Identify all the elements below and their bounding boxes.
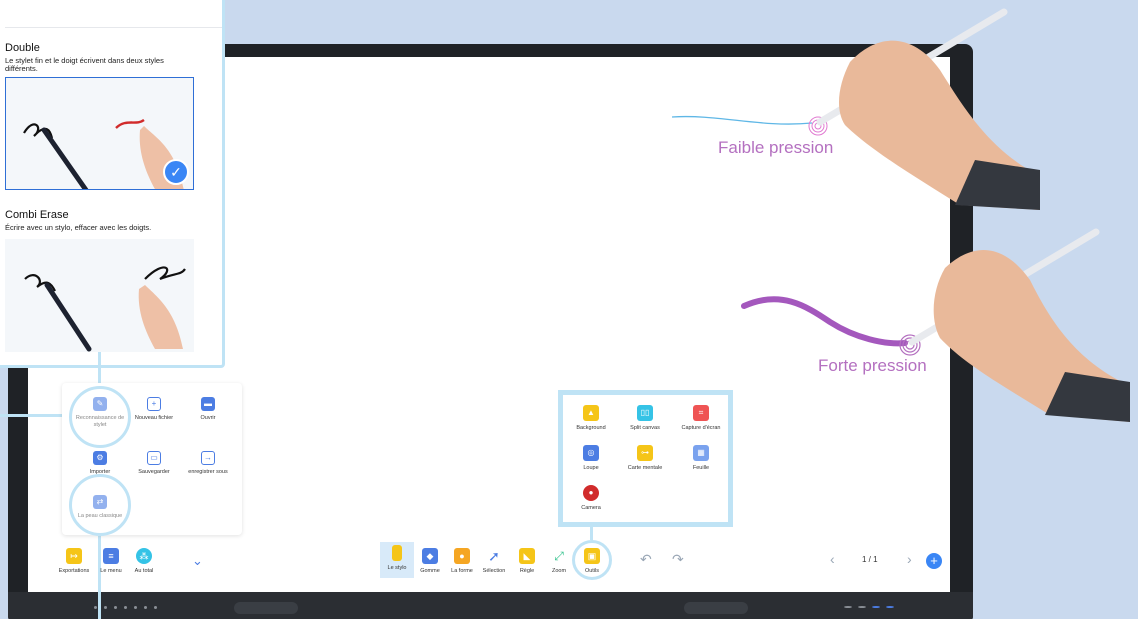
- ruler-icon: ◣: [519, 548, 535, 564]
- selection-icon: ➚: [488, 548, 500, 564]
- toolbar-label: Zoom: [551, 568, 567, 574]
- divider: [5, 27, 222, 28]
- tool-label: Feuille: [692, 465, 710, 471]
- tool-magnifier[interactable]: ◎ Loupe: [563, 445, 619, 471]
- tool-label: Background: [576, 425, 606, 431]
- tool-split-canvas[interactable]: ▯▯ Split canvas: [617, 405, 673, 431]
- sheet-icon: ▦: [693, 445, 709, 461]
- low-pressure-label: Faible pression: [718, 138, 834, 157]
- toolbox-icon: ▣: [584, 548, 600, 564]
- toolbar-label: Au total: [134, 568, 154, 574]
- tool-label: Loupe: [583, 465, 599, 471]
- import-icon: ⚙: [93, 451, 107, 465]
- shape-icon: ●: [454, 548, 470, 564]
- save-as-icon: →: [201, 451, 215, 465]
- combi-erase-illustration: [24, 266, 186, 352]
- eraser-icon: ◆: [422, 548, 438, 564]
- zoom-icon: ⤢: [554, 549, 564, 563]
- tool-label: Carte mentale: [627, 465, 663, 471]
- option-double-title: Double: [5, 42, 40, 54]
- toolbar-pen[interactable]: Le stylo: [380, 542, 414, 578]
- magnifier-icon: ◎: [583, 445, 599, 461]
- mind-map-icon: ⊶: [637, 445, 653, 461]
- toolbar-label: La forme: [451, 568, 473, 574]
- toolbar-share[interactable]: ⁂ Au total: [124, 548, 164, 574]
- page-indicator: 1 / 1: [862, 555, 878, 564]
- menu-item-label: Sauvegarder: [138, 469, 170, 475]
- low-pressure-stroke: [671, 115, 813, 125]
- menu-item-save[interactable]: ▭ Sauvegarder: [124, 451, 184, 476]
- option-combi-erase-card[interactable]: [5, 239, 194, 352]
- menu-icon: ≡: [103, 548, 119, 564]
- hand-with-stylus-bottom: [908, 228, 1130, 422]
- option-combi-erase-title: Combi Erase: [5, 209, 69, 221]
- tool-label: Split canvas: [630, 425, 660, 431]
- toolbar-export[interactable]: ↦ Exportations: [54, 548, 94, 574]
- toolbar-label: Le menu: [100, 568, 122, 574]
- export-icon: ↦: [66, 548, 82, 564]
- tools-popup: ▲ Background ▯▯ Split canvas ⌗ Capture d…: [558, 390, 733, 527]
- menu-item-label: Ouvrir: [200, 415, 216, 421]
- background-icon: ▲: [583, 405, 599, 421]
- save-icon: ▭: [147, 451, 161, 465]
- option-double-description: Le stylet fin et le doigt écrivent dans …: [5, 56, 164, 73]
- tool-screenshot[interactable]: ⌗ Capture d'écran: [673, 405, 729, 431]
- highlight-halo: [69, 386, 131, 448]
- hand-with-stylus-top: [816, 8, 1040, 211]
- menu-item-save-as[interactable]: → enregistrer sous: [178, 451, 238, 476]
- menu-item-open[interactable]: ▬ Ouvrir: [178, 397, 238, 422]
- menu-item-label: Nouveau fichier: [134, 415, 174, 421]
- toolbar-label: Outils: [584, 568, 600, 574]
- tool-label: Capture d'écran: [681, 425, 721, 431]
- tool-camera[interactable]: ● Camera: [563, 485, 619, 511]
- add-page-icon[interactable]: +: [926, 553, 942, 569]
- menu-item-label: enregistrer sous: [188, 469, 228, 475]
- callout-line: [590, 526, 593, 540]
- tool-background[interactable]: ▲ Background: [563, 405, 619, 431]
- pen-icon: [392, 545, 402, 561]
- toolbar-label: Le stylo: [387, 565, 407, 571]
- previous-page-icon[interactable]: ‹: [830, 551, 835, 567]
- option-combi-erase-description: Écrire avec un stylo, effacer avec les d…: [5, 223, 152, 232]
- tool-sheet[interactable]: ▦ Feuille: [673, 445, 729, 471]
- new-file-icon: +: [147, 397, 161, 411]
- highlight-halo: [69, 474, 131, 536]
- next-page-icon[interactable]: ›: [907, 551, 912, 567]
- toolbar-tools[interactable]: ▣ Outils: [572, 548, 612, 574]
- pen-mode-panel: Double Le stylet fin et le doigt écriven…: [0, 0, 225, 368]
- chevron-down-icon[interactable]: ⌄: [192, 553, 203, 569]
- camera-icon: ●: [583, 485, 599, 501]
- menu-item-new-file[interactable]: + Nouveau fichier: [124, 397, 184, 422]
- folder-icon: ▬: [201, 397, 215, 411]
- option-double-card[interactable]: ✓: [5, 77, 194, 190]
- toolbar-label: Exportations: [58, 568, 90, 574]
- split-canvas-icon: ▯▯: [637, 405, 653, 421]
- tool-mind-map[interactable]: ⊶ Carte mentale: [617, 445, 673, 471]
- redo-icon[interactable]: ↷: [672, 551, 684, 568]
- high-pressure-stroke: [741, 296, 908, 347]
- toolbar-label: Sélection: [482, 568, 506, 574]
- selected-check-icon: ✓: [163, 159, 189, 185]
- share-icon: ⁂: [136, 548, 152, 564]
- toolbar-label: Gomme: [420, 568, 440, 574]
- high-pressure-label: Forte pression: [818, 356, 927, 375]
- undo-icon[interactable]: ↶: [640, 551, 652, 568]
- screenshot-icon: ⌗: [693, 405, 709, 421]
- menu-item-import[interactable]: ⚙ Importer: [70, 451, 130, 476]
- toolbar-label: Règle: [519, 568, 535, 574]
- tool-label: Camera: [581, 505, 601, 511]
